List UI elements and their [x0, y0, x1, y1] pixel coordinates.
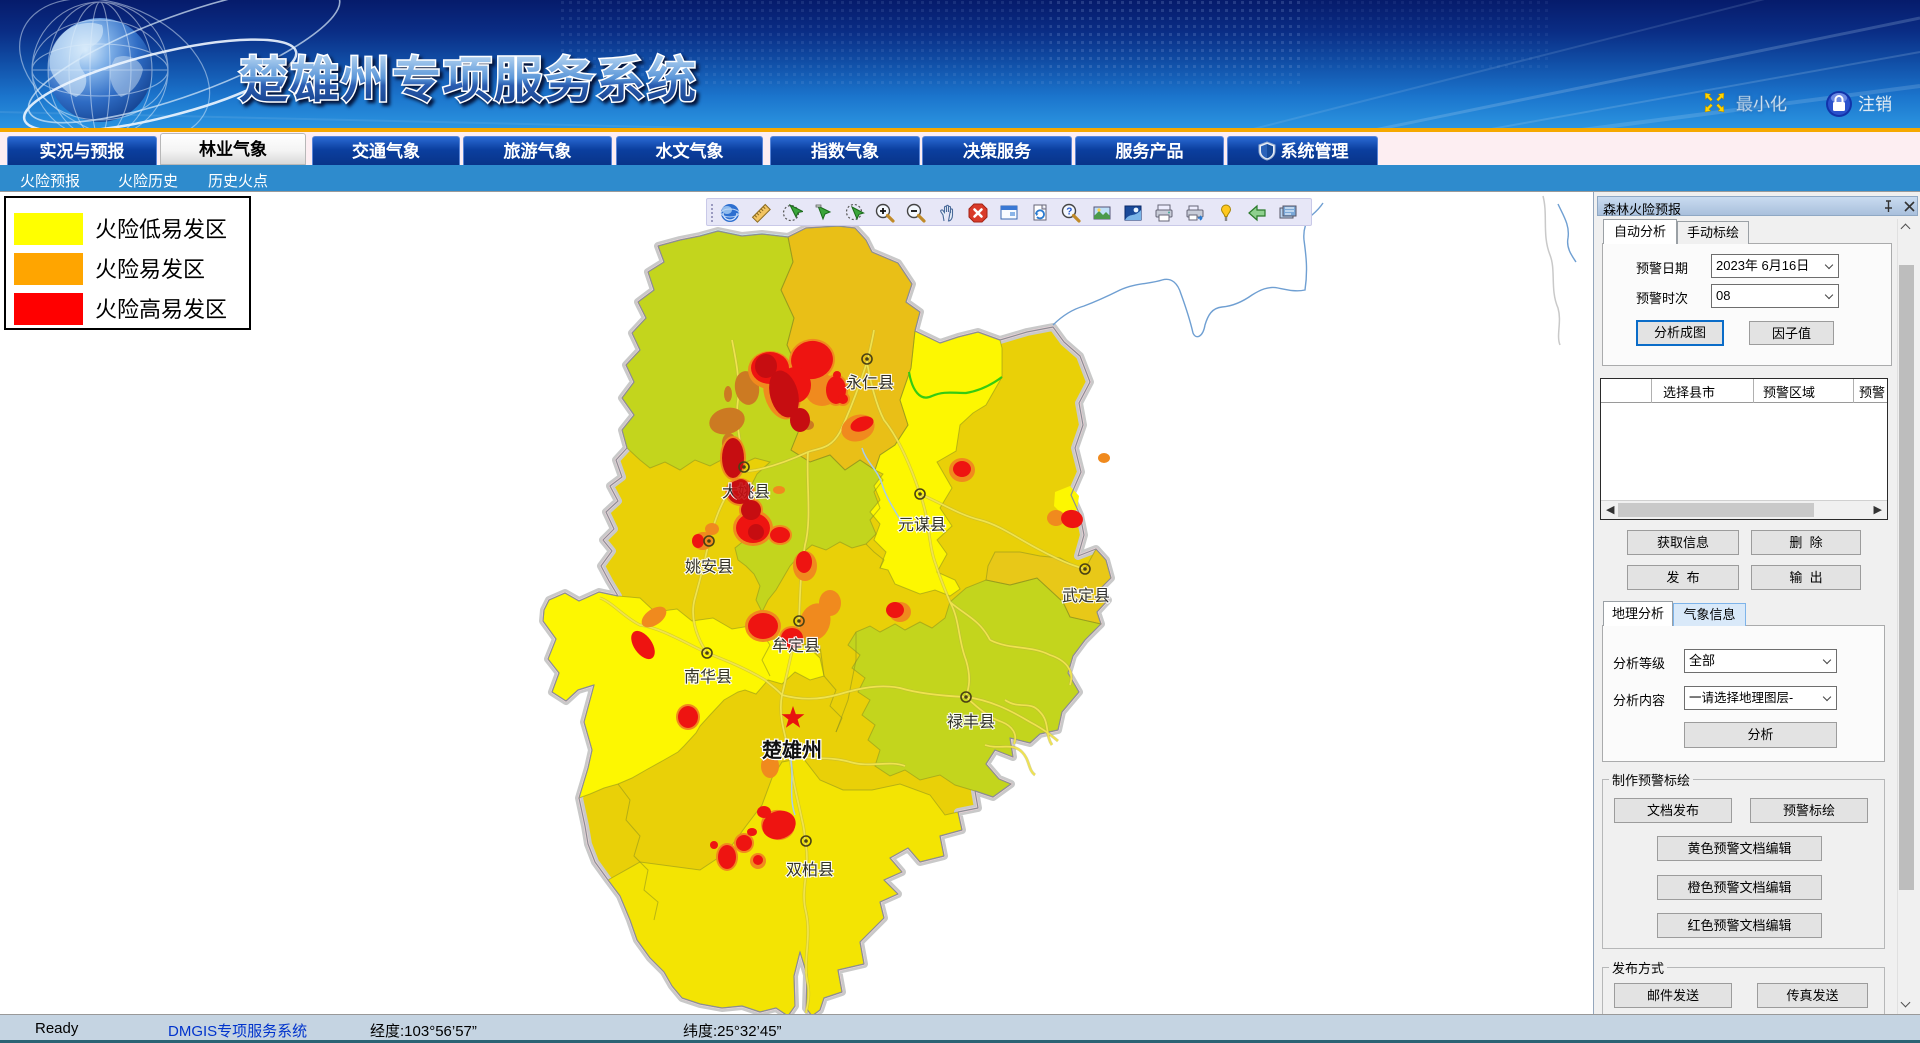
svg-text:牟定县: 牟定县: [772, 637, 820, 655]
svg-text:楚雄州: 楚雄州: [762, 738, 822, 762]
svg-text:最小化: 最小化: [1736, 95, 1787, 114]
svg-text:?: ?: [1066, 207, 1072, 218]
svg-text:楚雄州专项服务系统: 楚雄州专项服务系统: [239, 54, 698, 108]
svg-text:武定县: 武定县: [1062, 587, 1110, 605]
svg-text:姚安县: 姚安县: [685, 558, 733, 576]
svg-text:火险低易发区: 火险低易发区: [95, 217, 227, 242]
svg-text:双柏县: 双柏县: [786, 861, 834, 879]
svg-text:南华县: 南华县: [684, 668, 732, 686]
svg-text:注销: 注销: [1858, 95, 1892, 114]
svg-text:火险易发区: 火险易发区: [95, 257, 205, 282]
svg-text:禄丰县: 禄丰县: [947, 713, 995, 731]
svg-text:永仁县: 永仁县: [846, 374, 894, 392]
svg-text:火险高易发区: 火险高易发区: [95, 297, 227, 322]
svg-text:元谋县: 元谋县: [898, 516, 946, 534]
